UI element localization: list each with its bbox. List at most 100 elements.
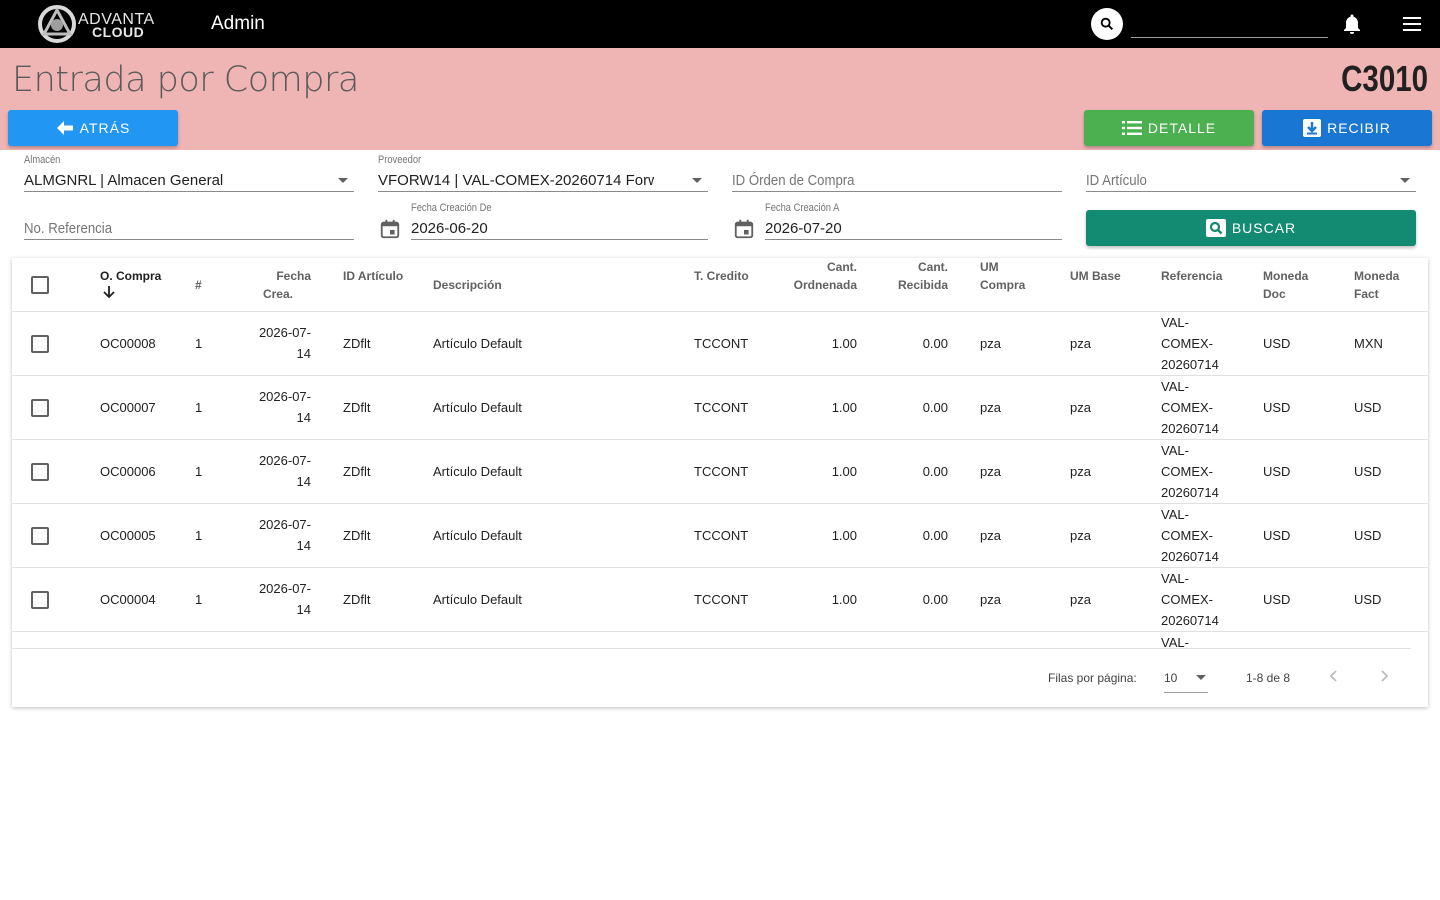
row-checkbox[interactable]: [31, 463, 49, 481]
col-fecha[interactable]: Fecha Crea.: [242, 267, 311, 303]
cell-orden: OC00004: [100, 592, 156, 607]
referencia-input[interactable]: No. Referencia: [24, 200, 354, 240]
table-pagination: Filas por página: 10 1-8 de 8: [12, 648, 1411, 707]
page-title: Entrada por Compra: [12, 60, 359, 100]
cell-orden: OC00006: [100, 464, 156, 479]
row-checkbox[interactable]: [31, 527, 49, 545]
col-credito[interactable]: T. Credito: [694, 267, 749, 285]
top-app-bar: ADVANTA CLOUD Admin: [0, 0, 1440, 48]
detail-button[interactable]: DETALLE: [1084, 110, 1254, 146]
search-box-icon: [1205, 219, 1226, 237]
fecha-hasta-input[interactable]: Fecha Creación A 2026-07-20: [734, 200, 1062, 240]
cell-umbase: pza: [1070, 464, 1091, 479]
cell-mdoc: USD: [1263, 592, 1291, 607]
cell-referencia-line: VAL-: [1161, 315, 1189, 330]
table-row[interactable]: OC00004 1 ZDflt Artículo Default TCCONT 1.00 0…: [12, 568, 1428, 632]
cell-articulo: ZDflt: [343, 464, 371, 479]
chevron-down-icon: [338, 178, 348, 183]
table-header: O. Compra # Fecha Crea. ID Artículo Desc…: [12, 258, 1428, 312]
rows-per-page-label: Filas por página:: [1048, 671, 1137, 685]
cell-recibida: 0.00: [922, 464, 948, 479]
col-ordenada-line1: Cant.: [827, 260, 857, 274]
detail-button-label: DETALLE: [1147, 120, 1217, 136]
cell-descripcion: Artículo Default: [433, 528, 522, 543]
cell-mdoc: USD: [1263, 336, 1291, 351]
hamburger-menu-icon[interactable]: [1400, 12, 1424, 36]
search-button[interactable]: [1091, 8, 1123, 40]
cell-um: pza: [980, 528, 1001, 543]
table-row[interactable]: OC00006 1 ZDflt Artículo Default TCCONT 1.00 0…: [12, 440, 1428, 504]
receive-button[interactable]: RECIBIR: [1262, 110, 1432, 146]
articulo-select[interactable]: ID Artículo: [1086, 152, 1416, 192]
sort-arrow-down-icon[interactable]: [102, 285, 116, 299]
select-all-checkbox[interactable]: [31, 276, 49, 294]
global-search-input[interactable]: [1131, 8, 1328, 38]
table-row[interactable]: OC00007 1 ZDflt Artículo Default TCCONT 1.00 0…: [12, 376, 1428, 440]
cell-orden: OC00008: [100, 336, 156, 351]
cell-referencia: VAL- COMEX- 20260714: [1161, 504, 1219, 567]
rows-per-page-select[interactable]: 10: [1164, 661, 1208, 693]
search-submit-button[interactable]: BUSCAR: [1086, 210, 1416, 246]
col-mdoc-line1: Moneda: [1263, 269, 1309, 283]
advanta-cloud-logo[interactable]: ADVANTA CLOUD: [36, 4, 160, 44]
cell-fecha-line: 14: [296, 346, 311, 361]
col-cant-ordenada[interactable]: Cant. Ordnenada: [777, 258, 857, 294]
orden-compra-input[interactable]: ID Órden de Compra: [732, 152, 1062, 192]
cell-fecha: 2026-07- 14: [242, 386, 311, 428]
row-checkbox[interactable]: [31, 399, 49, 417]
col-moneda-doc[interactable]: Moneda Doc: [1263, 267, 1308, 303]
cell-referencia-line: 20260714: [1161, 421, 1219, 436]
cell-fecha-line: 14: [296, 474, 311, 489]
col-moneda-fact[interactable]: Moneda Fact: [1354, 267, 1399, 303]
col-descripcion[interactable]: Descripción: [433, 276, 502, 294]
cell-mfact: MXN: [1354, 336, 1383, 351]
cell-referencia-line: 20260714: [1161, 613, 1219, 628]
notifications-bell-icon[interactable]: [1340, 12, 1364, 36]
col-cant-recibida[interactable]: Cant. Recibida: [868, 258, 948, 294]
fecha-hasta-label: Fecha Creación A: [765, 202, 840, 214]
cell-umbase: pza: [1070, 400, 1091, 415]
col-articulo[interactable]: ID Artículo: [343, 267, 403, 285]
chevron-right-icon[interactable]: [1376, 668, 1392, 684]
cell-referencia-line: VAL-: [1161, 507, 1189, 522]
cell-umbase: pza: [1070, 336, 1091, 351]
articulo-placeholder: ID Artículo: [1086, 172, 1147, 189]
cell-fecha-line: 14: [296, 538, 311, 553]
col-um-base[interactable]: UM Base: [1070, 267, 1121, 285]
cell-fecha-line: 14: [296, 410, 311, 425]
row-checkbox[interactable]: [31, 591, 49, 609]
cell-referencia: VAL- COMEX- 20260714: [1161, 376, 1219, 439]
proveedor-select[interactable]: Proveedor VFORW14 | VAL-COMEX-20260714 F…: [378, 152, 708, 192]
col-recibida-line1: Cant.: [918, 260, 948, 274]
cell-recibida: 0.00: [922, 336, 948, 351]
table-row[interactable]: OC00005 1 ZDflt Artículo Default TCCONT 1.00 0…: [12, 504, 1428, 568]
almacen-label: Almacén: [24, 154, 61, 166]
cell-descripcion: Artículo Default: [433, 592, 522, 607]
col-orden-compra[interactable]: O. Compra: [100, 267, 161, 304]
calendar-icon[interactable]: [379, 218, 401, 240]
cell-fecha-line: 2026-07-: [258, 453, 311, 468]
row-checkbox[interactable]: [31, 335, 49, 353]
cell-fecha-line: 2026-07-: [258, 581, 311, 596]
cell-articulo: ZDflt: [343, 592, 371, 607]
cell-descripcion: Artículo Default: [433, 400, 522, 415]
fecha-desde-input[interactable]: Fecha Creación De 2026-06-20: [380, 200, 708, 240]
chevron-left-icon[interactable]: [1326, 668, 1342, 684]
cell-num: 1: [195, 464, 203, 479]
back-button[interactable]: ATRÁS: [8, 110, 178, 146]
cell-num: 1: [195, 528, 203, 543]
almacen-select[interactable]: Almacén ALMGNRL | Almacen General: [24, 152, 354, 192]
col-um-compra[interactable]: UM Compra: [980, 258, 1025, 294]
cell-referencia: VAL- COMEX- 20260714: [1161, 568, 1219, 631]
table-row[interactable]: OC00008 1 ZDflt Artículo Default TCCONT 1.00 0…: [12, 312, 1428, 376]
col-num[interactable]: #: [195, 276, 202, 294]
calendar-icon[interactable]: [733, 218, 755, 240]
cell-ordenada: 1.00: [831, 400, 857, 415]
cell-referencia-line: VAL-: [1161, 379, 1189, 394]
cell-credito: TCCONT: [694, 400, 749, 415]
fecha-hasta-value: 2026-07-20: [765, 220, 842, 237]
cell-fecha: 2026-07- 14: [242, 322, 311, 364]
referencia-placeholder: No. Referencia: [24, 220, 113, 237]
col-referencia[interactable]: Referencia: [1161, 267, 1222, 285]
col-ordenada-line2: Ordnenada: [793, 278, 857, 292]
